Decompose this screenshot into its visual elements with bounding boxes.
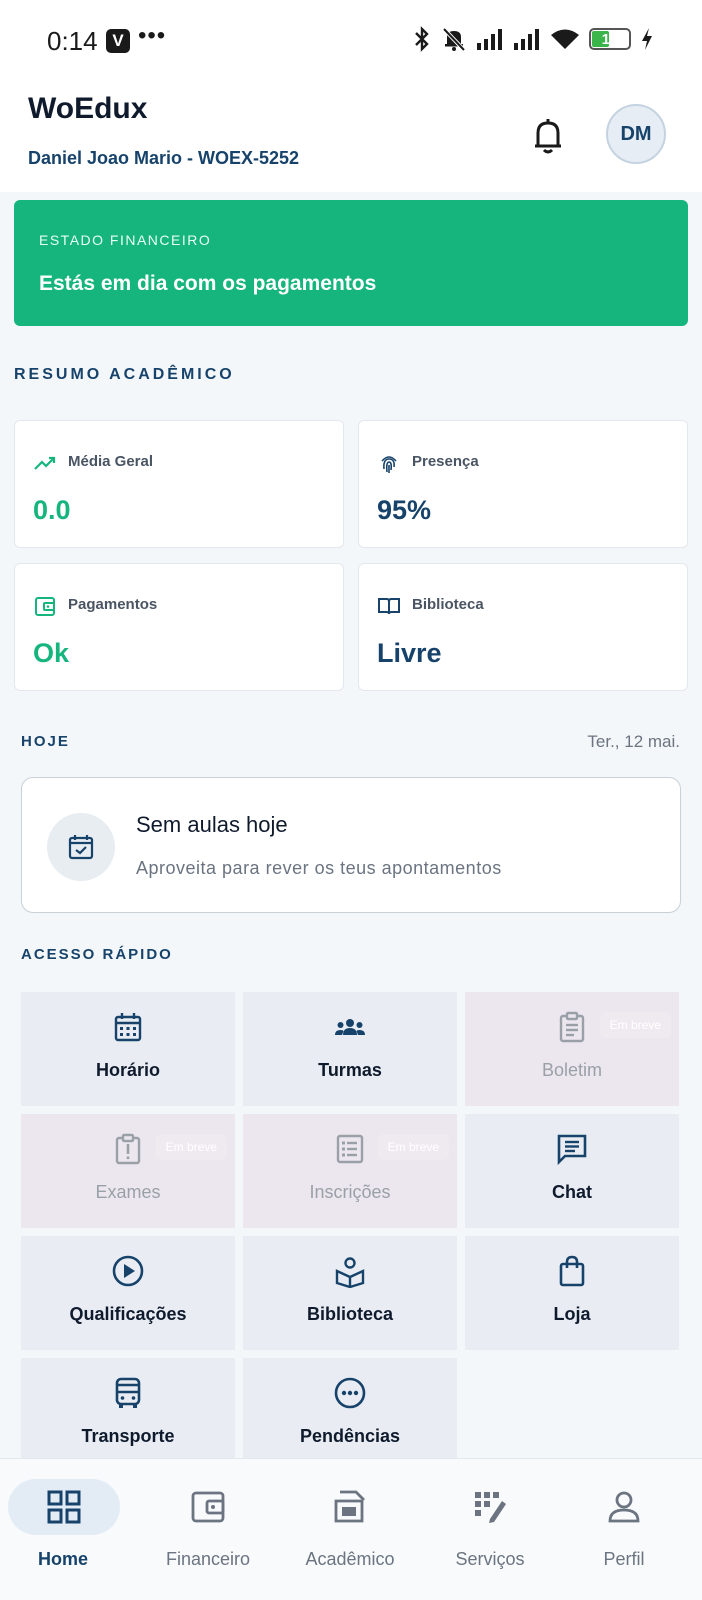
nav-label: Financeiro bbox=[165, 1549, 251, 1569]
app-title: WoEdux bbox=[28, 92, 148, 125]
quick-access-title: ACESSO RÁPIDO bbox=[21, 946, 173, 963]
tile-label: Boletim bbox=[541, 1060, 603, 1080]
tile-label: Exames bbox=[95, 1182, 161, 1202]
bus-icon bbox=[115, 1377, 141, 1408]
stat-value: Ok bbox=[33, 638, 70, 668]
today-card-title: Sem aulas hoje bbox=[136, 812, 288, 837]
nav-financeiro[interactable]: Financeiro bbox=[138, 1459, 278, 1600]
school-icon bbox=[334, 1490, 365, 1523]
nav-academico[interactable]: Acadêmico bbox=[280, 1459, 420, 1600]
status-bar: 0:14 V ••• 12 bbox=[0, 0, 702, 84]
financial-status-card[interactable]: ESTADO FINANCEIRO Estás em dia com os pa… bbox=[14, 200, 688, 326]
muted-bell-icon bbox=[442, 27, 466, 52]
bluetooth-icon bbox=[415, 26, 429, 52]
stat-card-average[interactable]: Média Geral 0.0 bbox=[14, 420, 344, 548]
app-header: WoEdux Daniel Joao Mario - WOEX-5252 DM bbox=[0, 84, 702, 192]
tile-label: Chat bbox=[552, 1182, 592, 1202]
stat-label: Biblioteca bbox=[412, 596, 484, 613]
tile-exames[interactable]: Em breve Exames bbox=[21, 1114, 235, 1228]
list-icon bbox=[336, 1134, 364, 1164]
status-time: 0:14 bbox=[47, 26, 98, 56]
tile-label: Pendências bbox=[299, 1426, 401, 1446]
financial-status-message: Estás em dia com os pagamentos bbox=[39, 272, 377, 295]
tile-qualificacoes[interactable]: Qualificações bbox=[21, 1236, 235, 1350]
more-notifications-icon: ••• bbox=[138, 22, 167, 49]
reader-icon bbox=[335, 1257, 365, 1288]
tile-label: Turmas bbox=[318, 1060, 382, 1080]
more-circle-icon bbox=[334, 1377, 366, 1409]
book-open-icon bbox=[378, 598, 400, 615]
tile-label: Inscrições bbox=[309, 1182, 391, 1202]
signal-icon-2 bbox=[514, 29, 539, 50]
services-icon bbox=[475, 1492, 506, 1523]
nav-servicos[interactable]: Serviços bbox=[420, 1459, 560, 1600]
tile-label: Horário bbox=[95, 1060, 160, 1080]
alert-clipboard-icon bbox=[115, 1133, 141, 1165]
tile-transporte[interactable]: Transporte bbox=[21, 1358, 235, 1472]
nav-home[interactable]: Home bbox=[0, 1459, 140, 1600]
tile-chat[interactable]: Chat bbox=[465, 1114, 679, 1228]
stat-card-library[interactable]: Biblioteca Livre bbox=[358, 563, 688, 691]
status-indicators: 12 bbox=[412, 26, 654, 52]
notifications-bell-icon[interactable] bbox=[530, 116, 566, 156]
tile-inscricoes[interactable]: Em breve Inscrições bbox=[243, 1114, 457, 1228]
tile-pendencias[interactable]: Pendências bbox=[243, 1358, 457, 1472]
stat-label: Pagamentos bbox=[68, 596, 158, 613]
battery-icon: 12 bbox=[589, 28, 631, 50]
fingerprint-icon bbox=[381, 456, 397, 473]
clipboard-icon bbox=[559, 1011, 585, 1043]
play-circle-icon bbox=[112, 1255, 144, 1287]
nav-perfil[interactable]: Perfil bbox=[554, 1459, 694, 1600]
trending-up-icon bbox=[34, 456, 56, 470]
stat-value: Livre bbox=[377, 638, 442, 668]
tile-turmas[interactable]: Turmas bbox=[243, 992, 457, 1106]
signal-icon bbox=[477, 29, 502, 50]
today-card[interactable]: Sem aulas hoje Aproveita para rever os t… bbox=[21, 777, 681, 913]
today-title: HOJE bbox=[21, 733, 70, 750]
wallet-icon bbox=[191, 1491, 225, 1523]
today-date: Ter., 12 mai. bbox=[587, 732, 680, 751]
nav-label: Serviços bbox=[455, 1549, 525, 1569]
tile-label: Qualificações bbox=[69, 1304, 187, 1324]
tile-label: Loja bbox=[553, 1304, 591, 1324]
nav-label: Perfil bbox=[603, 1549, 645, 1569]
academic-summary-title: RESUMO ACADÊMICO bbox=[14, 366, 235, 383]
chat-icon bbox=[557, 1134, 587, 1166]
calendar-icon bbox=[114, 1013, 142, 1042]
charging-icon bbox=[642, 28, 652, 50]
nav-label: Acadêmico bbox=[305, 1549, 395, 1569]
groups-icon bbox=[335, 1019, 365, 1035]
battery-level: 12 bbox=[601, 30, 619, 48]
tile-horario[interactable]: Horário bbox=[21, 992, 235, 1106]
coming-soon-badge: Em breve bbox=[377, 1134, 449, 1160]
stat-label: Média Geral bbox=[68, 453, 154, 470]
wifi-icon bbox=[551, 29, 579, 49]
today-card-subtitle: Aproveita para rever os teus apontamento… bbox=[136, 858, 502, 878]
app-notification-icon: V bbox=[106, 29, 130, 53]
user-name-id: Daniel Joao Mario - WOEX-5252 bbox=[28, 148, 300, 168]
nav-label: Home bbox=[37, 1549, 88, 1569]
tile-loja[interactable]: Loja bbox=[465, 1236, 679, 1350]
stat-value: 0.0 bbox=[33, 495, 71, 525]
tile-label: Biblioteca bbox=[306, 1304, 394, 1324]
coming-soon-badge: Em breve bbox=[155, 1134, 227, 1160]
financial-status-label: ESTADO FINANCEIRO bbox=[39, 232, 212, 248]
calendar-check-icon bbox=[47, 813, 115, 881]
stat-label: Presença bbox=[412, 453, 479, 470]
coming-soon-badge: Em breve bbox=[599, 1012, 671, 1038]
tile-boletim[interactable]: Em breve Boletim bbox=[465, 992, 679, 1106]
shopping-bag-icon bbox=[559, 1255, 585, 1287]
tile-label: Transporte bbox=[81, 1426, 175, 1446]
wallet-icon bbox=[35, 597, 55, 616]
bottom-navigation: Home Financeiro Acadêmico Serviços Perfi… bbox=[0, 1458, 702, 1600]
stat-value: 95% bbox=[377, 495, 432, 525]
tile-biblioteca[interactable]: Biblioteca bbox=[243, 1236, 457, 1350]
person-icon bbox=[608, 1491, 640, 1523]
grid-icon bbox=[47, 1490, 81, 1524]
stat-card-attendance[interactable]: Presença 95% bbox=[358, 420, 688, 548]
stat-card-payments[interactable]: Pagamentos Ok bbox=[14, 563, 344, 691]
avatar[interactable]: DM bbox=[606, 104, 666, 164]
